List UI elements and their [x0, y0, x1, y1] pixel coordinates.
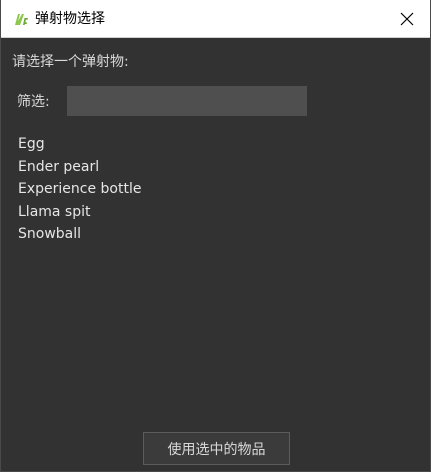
close-icon — [400, 12, 414, 25]
use-selected-item-button[interactable]: 使用选中的物品 — [143, 432, 290, 465]
projectile-selector-dialog: 弹射物选择 请选择一个弹射物: 筛选: Egg Ender pearl Expe… — [0, 0, 431, 472]
filter-input[interactable] — [67, 86, 307, 116]
selection-prompt: 请选择一个弹射物: — [12, 54, 129, 70]
list-item[interactable]: Ender pearl — [12, 156, 421, 179]
window-title: 弹射物选择 — [35, 11, 105, 27]
list-item[interactable]: Snowball — [12, 223, 421, 246]
list-item[interactable]: Experience bottle — [12, 178, 421, 201]
projectile-list: Egg Ender pearl Experience bottle Llama … — [12, 133, 421, 246]
filter-label: 筛选: — [17, 94, 50, 110]
mcreator-logo-icon — [15, 14, 28, 25]
list-item[interactable]: Llama spit — [12, 201, 421, 224]
title-bar: 弹射物选择 — [1, 0, 430, 38]
list-item[interactable]: Egg — [12, 133, 421, 156]
close-button[interactable] — [384, 0, 430, 37]
